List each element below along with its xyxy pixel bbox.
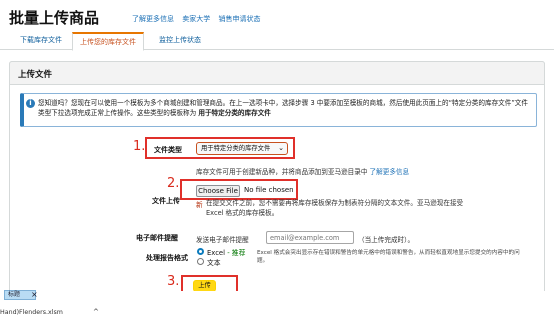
header-links: 了解更多信息 卖家大学 销售申请状态 (132, 14, 266, 24)
excel-option-label: Excel - 推荐 (207, 247, 245, 257)
text-radio[interactable] (197, 258, 204, 265)
file-type-label: 文件类型 (154, 146, 182, 154)
annotation-step-3: 3. (167, 274, 180, 289)
file-type-hint: 库存文件可用于创建新品种，并将商品添加到亚马逊目录中 了解更多信息 (196, 166, 409, 176)
report-format-label: 处理报告格式 (146, 254, 188, 262)
excel-option-text: Excel (207, 249, 226, 257)
info-alert-text: 您知道吗？您现在可以使用一个模板为多个商城创建和管理商品。在上一选项卡中，选择步… (38, 98, 532, 118)
chevron-up-icon[interactable]: ^ (93, 308, 99, 316)
file-type-learn-more-link[interactable]: 了解更多信息 (370, 168, 410, 176)
learn-more-link[interactable]: 了解更多信息 (132, 15, 174, 23)
tab-upload-inventory[interactable]: 上传您的库存文件 (72, 32, 144, 51)
file-type-hint-text: 库存文件可用于创建新品种，并将商品添加到亚马逊目录中 (196, 168, 368, 176)
text-option-label: 文本 (207, 259, 221, 267)
email-reminder-label: 电子邮件提醒 (136, 234, 178, 242)
email-input[interactable] (266, 231, 354, 244)
close-icon[interactable]: × (31, 290, 38, 299)
file-status-text: No file chosen (244, 186, 294, 194)
info-alert-body: 您知道吗？您现在可以使用一个模板为多个商城创建和管理商品。在上一选项卡中，选择步… (38, 99, 528, 117)
file-upload-note: 在提交文件之前，您不需要再将库存模板保存为制表符分隔的文本文件。亚马逊现在接受 … (206, 199, 464, 217)
report-format-note: Excel 格式会突出显示存在错误和警告的单元格中的错误和警告，从而轻松直观地显… (257, 250, 520, 264)
file-type-selected: 用于特定分类的库存文件 (201, 145, 271, 152)
recommended-tag: - 推荐 (227, 249, 246, 257)
download-bar (0, 291, 554, 317)
file-upload-label: 文件上传 (152, 197, 180, 205)
application-status-link[interactable]: 销售申请状态 (218, 15, 260, 23)
annotation-step-2: 2. (167, 176, 180, 191)
upload-panel-title: 上传文件 (18, 70, 53, 80)
tab-download-inventory[interactable]: 下载库存文件 (13, 32, 69, 50)
tab-bar: 下载库存文件 上传您的库存文件 监控上传状态 (0, 32, 554, 51)
new-badge: 新 (196, 201, 203, 209)
downloaded-file-name[interactable]: Hand)Flenders.xlsm (0, 309, 63, 316)
annotation-step-1: 1. (133, 139, 146, 154)
email-reminder-suffix: （当上传完成时）。 (358, 236, 415, 244)
chevron-down-icon: ⌄ (278, 144, 284, 152)
info-alert-bold: 用于特定分类的库存文件 (198, 109, 271, 117)
info-icon: i (26, 99, 35, 108)
choose-file-button[interactable]: Choose File (196, 185, 240, 197)
email-reminder-prefix: 发送电子邮件提醒 (196, 236, 249, 244)
seller-university-link[interactable]: 卖家大学 (182, 15, 210, 23)
page-title: 批量上传商品 (9, 9, 100, 27)
upload-panel-header (9, 61, 545, 85)
tab-monitor-status[interactable]: 监控上传状态 (152, 32, 208, 50)
excel-radio[interactable] (197, 248, 204, 255)
file-type-select[interactable]: 用于特定分类的库存文件 ⌄ (196, 142, 288, 155)
